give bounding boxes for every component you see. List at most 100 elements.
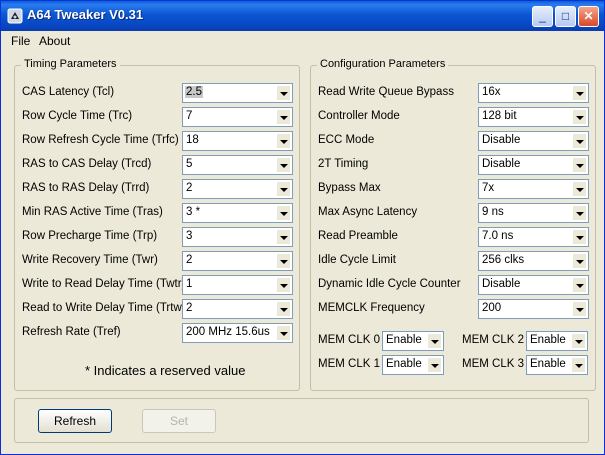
config-row-0-label: Read Write Queue Bypass bbox=[318, 86, 454, 98]
chevron-down-icon[interactable] bbox=[572, 85, 587, 101]
chevron-down-icon[interactable] bbox=[572, 277, 587, 293]
timing-row-5-dropdown[interactable]: 3 * bbox=[182, 203, 293, 223]
menu-about[interactable]: About bbox=[39, 34, 70, 48]
memclk-0-label: MEM CLK 0 bbox=[318, 334, 380, 346]
memclk-0-dropdown[interactable]: Enable bbox=[382, 331, 444, 351]
window-title: A64 Tweaker V0.31 bbox=[27, 7, 144, 22]
memclk-3-dropdown[interactable]: Enable bbox=[526, 355, 588, 375]
maximize-button[interactable]: □ bbox=[555, 6, 576, 27]
timing-row-9-label: Read to Write Delay Time (Trtw) bbox=[22, 302, 186, 314]
timing-row-2-dropdown[interactable]: 18 bbox=[182, 131, 293, 151]
chevron-down-icon[interactable] bbox=[276, 205, 291, 221]
timing-row-10-dropdown[interactable]: 200 MHz 15.6us bbox=[182, 323, 293, 343]
set-button[interactable]: Set bbox=[142, 409, 216, 433]
config-row-2-label: ECC Mode bbox=[318, 134, 375, 146]
chevron-down-icon[interactable] bbox=[571, 357, 586, 373]
timing-row-9-value: 2 bbox=[186, 302, 193, 314]
chevron-down-icon[interactable] bbox=[276, 253, 291, 269]
timing-row-3-value: 5 bbox=[186, 158, 193, 170]
timing-row-8-label: Write to Read Delay Time (Twtr) bbox=[22, 278, 186, 290]
chevron-down-icon[interactable] bbox=[276, 85, 291, 101]
reserved-value-note: * Indicates a reserved value bbox=[85, 363, 246, 378]
timing-group-title: Timing Parameters bbox=[21, 58, 120, 70]
timing-row-2-label: Row Refresh Cycle Time (Trfc) bbox=[22, 134, 179, 146]
chevron-down-icon[interactable] bbox=[572, 205, 587, 221]
config-row-3-dropdown[interactable]: Disable bbox=[478, 155, 589, 175]
chevron-down-icon[interactable] bbox=[276, 181, 291, 197]
memclk-2-value: Enable bbox=[386, 358, 422, 370]
timing-row-0-value: 2.5 bbox=[185, 86, 203, 98]
config-row-8-dropdown[interactable]: Disable bbox=[478, 275, 589, 295]
memclk-1-value: Enable bbox=[530, 334, 566, 346]
config-row-5-label: Max Async Latency bbox=[318, 206, 418, 218]
chevron-down-icon[interactable] bbox=[276, 301, 291, 317]
timing-row-1-value: 7 bbox=[186, 110, 193, 122]
chevron-down-icon[interactable] bbox=[572, 253, 587, 269]
config-row-0-dropdown[interactable]: 16x bbox=[478, 83, 589, 103]
app-window: A64 Tweaker V0.31 _ □ ✕ File About Timin… bbox=[0, 0, 605, 455]
config-row-5-dropdown[interactable]: 9 ns bbox=[478, 203, 589, 223]
chevron-down-icon[interactable] bbox=[276, 325, 291, 341]
chevron-down-icon[interactable] bbox=[572, 157, 587, 173]
menu-bar: File About bbox=[1, 31, 604, 50]
timing-row-9-dropdown[interactable]: 2 bbox=[182, 299, 293, 319]
chevron-down-icon[interactable] bbox=[572, 181, 587, 197]
menu-file[interactable]: File bbox=[11, 34, 30, 48]
chevron-down-icon[interactable] bbox=[572, 229, 587, 245]
memclk-2-dropdown[interactable]: Enable bbox=[382, 355, 444, 375]
config-row-1-dropdown[interactable]: 128 bit bbox=[478, 107, 589, 127]
memclk-3-value: Enable bbox=[530, 358, 566, 370]
chevron-down-icon[interactable] bbox=[276, 109, 291, 125]
config-row-9-dropdown[interactable]: 200 bbox=[478, 299, 589, 319]
timing-row-2-value: 18 bbox=[186, 134, 199, 146]
config-row-4-dropdown[interactable]: 7x bbox=[478, 179, 589, 199]
timing-row-6-value: 3 bbox=[186, 230, 193, 242]
timing-row-3-dropdown[interactable]: 5 bbox=[182, 155, 293, 175]
config-row-3-label: 2T Timing bbox=[318, 158, 369, 170]
button-bar: Refresh Set bbox=[14, 398, 589, 443]
memclk-1-label: MEM CLK 2 bbox=[462, 334, 524, 346]
config-row-6-value: 7.0 ns bbox=[482, 230, 514, 242]
timing-row-5-value: 3 * bbox=[186, 206, 201, 218]
chevron-down-icon[interactable] bbox=[276, 277, 291, 293]
chevron-down-icon[interactable] bbox=[276, 157, 291, 173]
config-row-7-label: Idle Cycle Limit bbox=[318, 254, 396, 266]
timing-row-0-dropdown[interactable]: 2.5 bbox=[182, 83, 293, 103]
config-row-2-dropdown[interactable]: Disable bbox=[478, 131, 589, 151]
memclk-3-label: MEM CLK 3 bbox=[462, 358, 524, 370]
timing-row-7-value: 2 bbox=[186, 254, 193, 266]
chevron-down-icon[interactable] bbox=[571, 333, 586, 349]
config-row-5-value: 9 ns bbox=[482, 206, 504, 218]
config-row-2-value: Disable bbox=[482, 134, 521, 146]
chevron-down-icon[interactable] bbox=[572, 133, 587, 149]
chevron-down-icon[interactable] bbox=[427, 333, 442, 349]
config-group-title: Configuration Parameters bbox=[317, 58, 449, 70]
title-bar[interactable]: A64 Tweaker V0.31 _ □ ✕ bbox=[1, 1, 604, 31]
config-row-8-label: Dynamic Idle Cycle Counter bbox=[318, 278, 461, 290]
chevron-down-icon[interactable] bbox=[276, 229, 291, 245]
refresh-button[interactable]: Refresh bbox=[38, 409, 112, 433]
timing-row-7-dropdown[interactable]: 2 bbox=[182, 251, 293, 271]
config-row-6-dropdown[interactable]: 7.0 ns bbox=[478, 227, 589, 247]
timing-row-4-dropdown[interactable]: 2 bbox=[182, 179, 293, 199]
timing-row-4-label: RAS to RAS Delay (Trrd) bbox=[22, 182, 150, 194]
chevron-down-icon[interactable] bbox=[276, 133, 291, 149]
config-row-6-label: Read Preamble bbox=[318, 230, 398, 242]
close-button[interactable]: ✕ bbox=[578, 6, 599, 27]
timing-row-1-dropdown[interactable]: 7 bbox=[182, 107, 293, 127]
chevron-down-icon[interactable] bbox=[572, 109, 587, 125]
config-row-9-label: MEMCLK Frequency bbox=[318, 302, 425, 314]
memclk-2-label: MEM CLK 1 bbox=[318, 358, 380, 370]
memclk-1-dropdown[interactable]: Enable bbox=[526, 331, 588, 351]
config-row-3-value: Disable bbox=[482, 158, 521, 170]
chevron-down-icon[interactable] bbox=[427, 357, 442, 373]
config-row-7-value: 256 clks bbox=[482, 254, 525, 266]
chevron-down-icon[interactable] bbox=[572, 301, 587, 317]
config-row-8-value: Disable bbox=[482, 278, 521, 290]
timing-row-10-label: Refresh Rate (Tref) bbox=[22, 326, 121, 338]
minimize-button[interactable]: _ bbox=[532, 6, 553, 27]
timing-row-8-dropdown[interactable]: 1 bbox=[182, 275, 293, 295]
config-row-4-value: 7x bbox=[482, 182, 495, 194]
config-row-7-dropdown[interactable]: 256 clks bbox=[478, 251, 589, 271]
timing-row-6-dropdown[interactable]: 3 bbox=[182, 227, 293, 247]
